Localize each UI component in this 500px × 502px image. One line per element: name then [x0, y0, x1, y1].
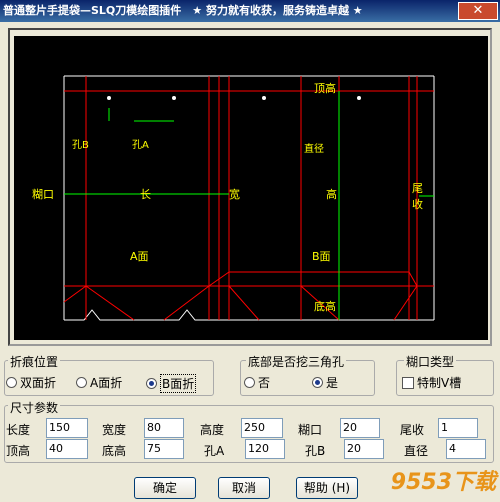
param-label-width: 宽度 [102, 423, 127, 437]
glue-type-title: 糊口类型 [404, 353, 457, 370]
radio-dot[interactable] [76, 377, 87, 388]
label-hole-b: 孔B [72, 140, 89, 151]
param-label-top-height: 顶高 [6, 444, 31, 458]
label-top-height: 顶高 [314, 82, 336, 95]
param-label-height: 高度 [200, 423, 225, 437]
hole-marks [107, 96, 361, 100]
radio-dot-selected[interactable] [312, 377, 323, 388]
site-watermark: 9553下载 [390, 470, 496, 495]
die-line-canvas: 孔B 孔A 顶高 直径 糊口 长 宽 高 尾收 A面 B面 底高 [14, 36, 488, 340]
label-face-b: B面 [312, 250, 331, 263]
glue-flap-input[interactable]: 20 [340, 418, 380, 438]
label-glue-flap: 糊口 [32, 188, 54, 201]
label-height: 高 [326, 188, 337, 201]
hole-a-input[interactable]: 120 [245, 439, 285, 459]
help-button[interactable]: 帮助 (H) [296, 477, 358, 499]
hole-b-input[interactable]: 20 [344, 439, 384, 459]
triangle-radio-no[interactable]: 否 [244, 374, 270, 391]
label-width: 宽 [229, 188, 240, 201]
param-label-tail: 尾收 [400, 423, 425, 437]
length-input[interactable]: 150 [46, 418, 88, 438]
param-label-hole-a: 孔A [204, 444, 225, 458]
window-title: 普通整片手提袋—SLQ刀模绘图插件 ★ 努力就有收获，服务铸造卓越 ★ [3, 4, 363, 17]
checkbox-box[interactable] [402, 376, 414, 389]
label-bottom-height: 底高 [314, 300, 336, 313]
title-bar: 普通整片手提袋—SLQ刀模绘图插件 ★ 努力就有收获，服务铸造卓越 ★ [0, 0, 500, 22]
ok-button[interactable]: 确定 [134, 477, 196, 499]
crease-radio-both[interactable]: 双面折 [6, 374, 56, 391]
label-hole-a: 孔A [132, 140, 149, 151]
radio-dot[interactable] [244, 377, 255, 388]
label-diameter: 直径 [304, 144, 324, 155]
special-v-groove-checkbox[interactable]: 特制V槽 [402, 374, 461, 391]
crease-radio-b[interactable]: B面折 [146, 374, 197, 393]
tail-input[interactable]: 1 [438, 418, 478, 438]
bottom-triangle-title: 底部是否挖三角孔 [246, 353, 347, 370]
param-label-diameter: 直径 [404, 444, 429, 458]
radio-dot-selected[interactable] [146, 378, 157, 389]
preview-panel: 孔B 孔A 顶高 直径 糊口 长 宽 高 尾收 A面 B面 底高 [8, 28, 492, 346]
label-length: 长 [140, 188, 151, 201]
triangle-radio-yes[interactable]: 是 [312, 374, 338, 391]
close-button[interactable]: ✕ [458, 2, 498, 20]
size-params-title: 尺寸参数 [8, 399, 61, 416]
cancel-button[interactable]: 取消 [218, 477, 270, 499]
param-label-hole-b: 孔B [305, 444, 326, 458]
diameter-input[interactable]: 4 [446, 439, 486, 459]
crease-lines [63, 76, 434, 321]
top-height-input[interactable]: 40 [46, 439, 88, 459]
param-label-glue-flap: 糊口 [298, 423, 323, 437]
param-label-length: 长度 [6, 423, 31, 437]
radio-dot[interactable] [6, 377, 17, 388]
crease-position-title: 折痕位置 [8, 353, 61, 370]
bag-outline [63, 75, 435, 321]
height-input[interactable]: 250 [241, 418, 283, 438]
label-face-a: A面 [130, 250, 149, 263]
param-label-bottom-height: 底高 [102, 444, 127, 458]
crease-radio-a[interactable]: A面折 [76, 374, 122, 391]
bottom-height-input[interactable]: 75 [144, 439, 184, 459]
label-tail: 尾收 [412, 182, 423, 211]
width-input[interactable]: 80 [144, 418, 184, 438]
